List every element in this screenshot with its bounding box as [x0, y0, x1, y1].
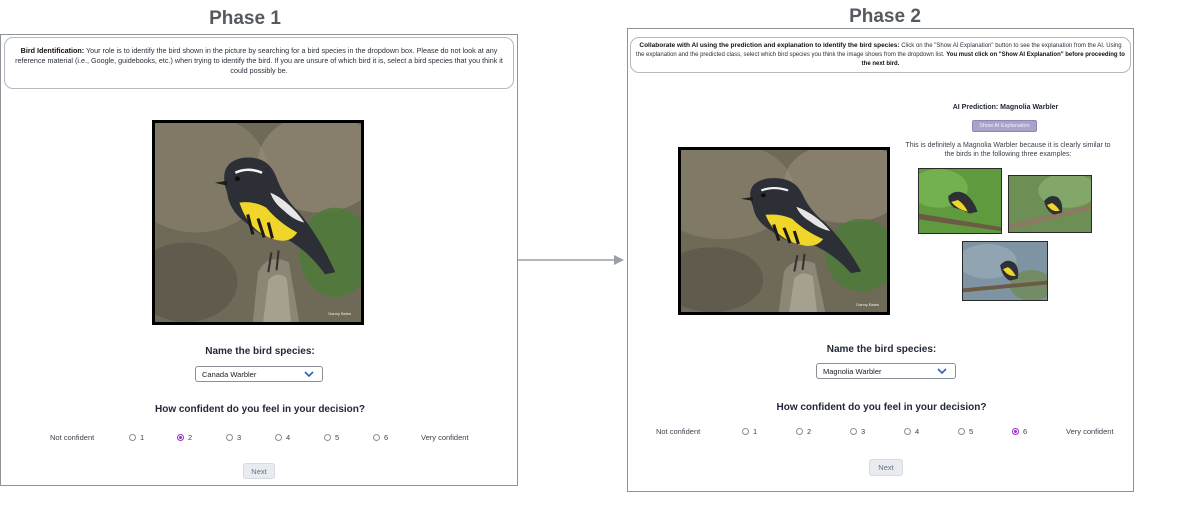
- phase2-confidence-question: How confident do you feel in your decisi…: [776, 402, 987, 413]
- phase2-species-question: Name the bird species:: [826, 344, 937, 355]
- show-ai-explanation-button[interactable]: Show AI Explanation: [972, 120, 1037, 132]
- phase1-panel: Bird Identification: Your role is to ide…: [0, 34, 518, 486]
- example-bird-image: [963, 242, 1047, 300]
- confidence-option-4[interactable]: 4: [904, 427, 919, 436]
- phase2-instruction-heading: Collaborate with AI using the prediction…: [639, 42, 900, 49]
- phase2-instructions: Collaborate with AI using the prediction…: [630, 37, 1131, 73]
- example-image-3: [962, 241, 1048, 301]
- phase2-ai-prediction: AI Prediction: Magnolia Warbler: [952, 104, 1059, 111]
- photo-credit: Danny Bales: [856, 302, 879, 307]
- phase1-instruction-heading: Bird Identification:: [20, 46, 85, 55]
- example-image-2: [1008, 175, 1092, 233]
- example-image-1: [918, 168, 1002, 234]
- phase2-species-value: Magnolia Warbler: [823, 366, 882, 376]
- confidence-option-4[interactable]: 4: [275, 433, 290, 442]
- phase2-species-dropdown[interactable]: Magnolia Warbler: [816, 363, 956, 379]
- confidence-option-6[interactable]: 6: [373, 433, 388, 442]
- scale-high-label: Very confident: [1066, 426, 1114, 436]
- phase2-panel: Collaborate with AI using the prediction…: [627, 28, 1134, 492]
- phase1-bird-photo: Danny Bales: [152, 120, 364, 325]
- phase1-title: Phase 1: [209, 8, 281, 29]
- phase1-confidence-question: How confident do you feel in your decisi…: [154, 404, 365, 415]
- confidence-option-3[interactable]: 3: [226, 433, 241, 442]
- phase1-instruction-text: Your role is to identify the bird shown …: [15, 46, 503, 75]
- arrow-right-icon: [518, 255, 624, 265]
- phase1-instructions: Bird Identification: Your role is to ide…: [4, 37, 514, 89]
- confidence-option-1[interactable]: 1: [742, 427, 757, 436]
- scale-low-label: Not confident: [50, 432, 95, 442]
- scale-low-label: Not confident: [656, 426, 701, 436]
- phase2-confidence-scale: Not confident 1 2 3 4 5 6 Very confident: [628, 425, 1135, 437]
- bird-image: [681, 150, 887, 312]
- phase1-confidence-scale: Not confident 1 2 3 4 5 6 Very confident: [1, 431, 519, 443]
- confidence-option-6[interactable]: 6: [1012, 427, 1027, 436]
- confidence-option-3[interactable]: 3: [850, 427, 865, 436]
- phase2-explanation-text: This is definitely a Magnolia Warbler be…: [905, 142, 1111, 158]
- confidence-option-5[interactable]: 5: [324, 433, 339, 442]
- phase2-title: Phase 2: [849, 6, 921, 27]
- confidence-option-5[interactable]: 5: [958, 427, 973, 436]
- confidence-option-2[interactable]: 2: [796, 427, 811, 436]
- phase1-species-question: Name the bird species:: [205, 346, 315, 357]
- chevron-down-icon: [304, 371, 314, 378]
- chevron-down-icon: [937, 368, 947, 375]
- example-bird-image: [1009, 176, 1091, 232]
- phase1-species-dropdown[interactable]: Canada Warbler: [195, 366, 323, 382]
- scale-high-label: Very confident: [421, 432, 469, 442]
- example-bird-image: [919, 169, 1001, 233]
- photo-credit: Danny Bales: [328, 311, 351, 316]
- phase1-species-value: Canada Warbler: [202, 369, 257, 379]
- phase1-next-button[interactable]: Next: [243, 463, 275, 479]
- confidence-option-2[interactable]: 2: [177, 433, 192, 442]
- bird-image: [155, 123, 361, 322]
- phase2-next-button[interactable]: Next: [869, 459, 903, 476]
- confidence-option-1[interactable]: 1: [129, 433, 144, 442]
- phase2-bird-photo: Danny Bales: [678, 147, 890, 315]
